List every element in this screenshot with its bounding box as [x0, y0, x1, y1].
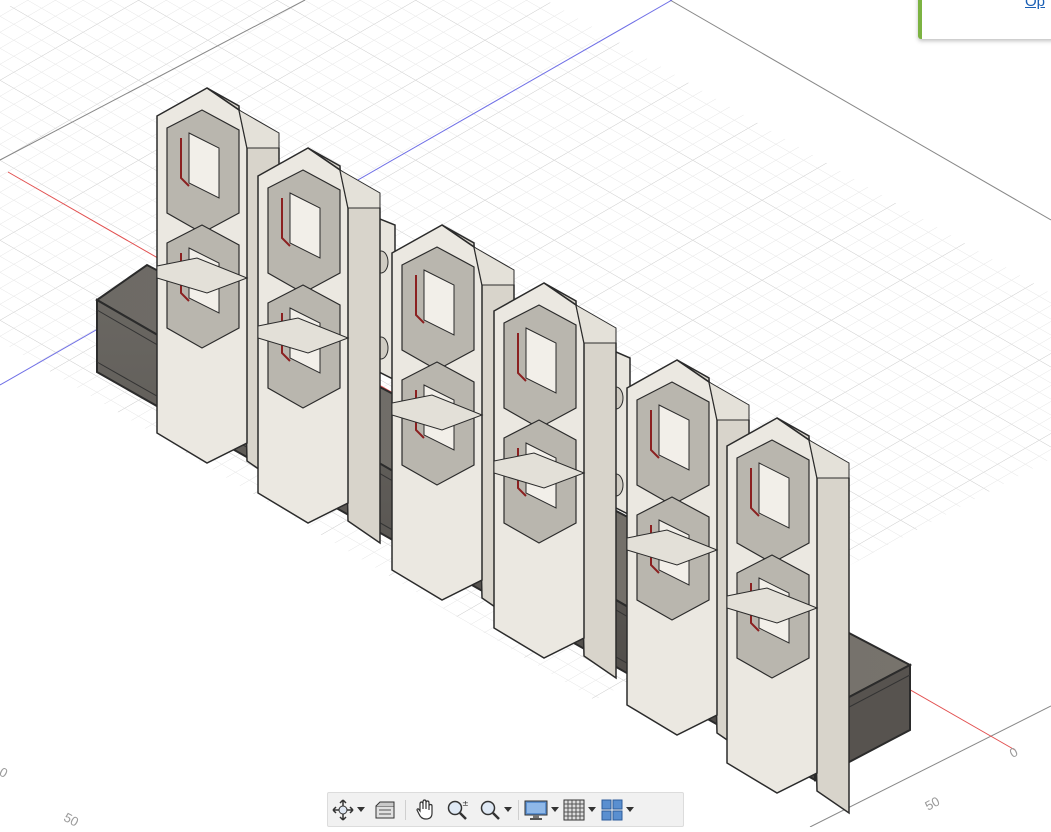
chevron-down-icon[interactable]: [587, 807, 596, 812]
orbit-button[interactable]: [328, 795, 368, 825]
viewports-icon: [601, 799, 622, 820]
orbit-icon: [331, 798, 354, 821]
3d-viewport[interactable]: Op 0 50 50 0 ±: [0, 0, 1051, 830]
grid-settings-icon: [563, 799, 584, 820]
grid-settings-button[interactable]: [560, 795, 598, 825]
navigation-toolbar: ±: [327, 792, 684, 827]
display-settings-icon: [524, 800, 547, 820]
chevron-down-icon[interactable]: [625, 807, 634, 812]
display-settings-button[interactable]: [522, 795, 560, 825]
chevron-down-icon[interactable]: [356, 807, 365, 812]
zoom-window-icon: [480, 800, 500, 820]
toolbar-separator: [405, 799, 406, 820]
notification-link[interactable]: Op: [1025, 0, 1045, 10]
look-at-icon: [375, 801, 395, 818]
chevron-down-icon[interactable]: [550, 807, 559, 812]
model-canvas[interactable]: [0, 0, 1051, 828]
pan-button[interactable]: [409, 795, 441, 825]
zoom-window-button[interactable]: [475, 795, 515, 825]
chevron-down-icon[interactable]: [503, 807, 512, 812]
look-at-button[interactable]: [368, 795, 402, 825]
digit-housing: [257, 147, 381, 545]
zoom-icon: ±: [447, 799, 469, 820]
digit-housing: [493, 282, 617, 680]
toolbar-separator: [518, 799, 519, 820]
digit-housing: [726, 417, 850, 815]
zoom-button[interactable]: ±: [441, 795, 475, 825]
notification-panel: Op: [918, 0, 1051, 39]
svg-text:±: ±: [462, 799, 469, 808]
viewports-button[interactable]: [598, 795, 636, 825]
pan-hand-icon: [416, 798, 433, 820]
